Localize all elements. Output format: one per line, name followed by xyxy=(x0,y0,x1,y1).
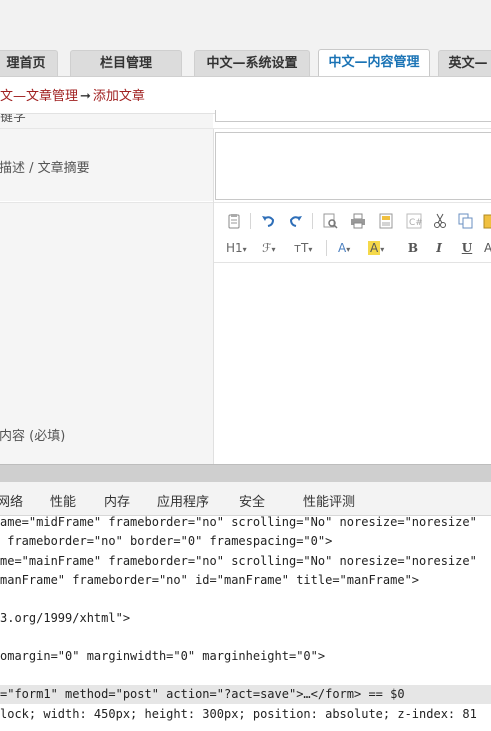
tab-system-settings[interactable]: 中文—系统设置 xyxy=(194,50,310,76)
svg-text:C#: C# xyxy=(409,218,422,228)
italic-label: I xyxy=(436,241,442,255)
bold-button[interactable]: B xyxy=(406,240,420,256)
font-size-dropdown[interactable]: тT▾ xyxy=(294,240,320,256)
tab-label: 中文—内容管理 xyxy=(328,55,420,70)
column-divider xyxy=(213,129,214,464)
summary-label-cell: 描述 / 文章摘要 xyxy=(0,129,213,201)
font-family-dropdown[interactable]: ℱ▾ xyxy=(262,240,284,256)
keywords-input[interactable] xyxy=(215,110,491,122)
dom-node-line[interactable]: lock; width: 450px; height: 300px; posit… xyxy=(0,705,477,724)
devtools-tab-performance[interactable]: 性能 xyxy=(50,491,76,510)
code-icon[interactable]: C# xyxy=(406,213,423,229)
font-size-icon: тT xyxy=(294,241,309,255)
copy-icon[interactable] xyxy=(458,213,474,229)
tab-label: 理首页 xyxy=(6,56,46,71)
dom-node-line[interactable]: ame="midFrame" frameborder="no" scrollin… xyxy=(0,513,477,532)
font-color-icon: A xyxy=(338,241,347,255)
devtools-tab-security[interactable]: 安全 xyxy=(239,491,265,510)
breadcrumb: 文—文章管理 ➞ 添加文章 xyxy=(0,87,145,107)
heading-dropdown[interactable]: H1▾ xyxy=(226,240,254,256)
paste-more-icon[interactable] xyxy=(482,213,491,229)
dom-node-line[interactable]: me="mainFrame" frameborder="no" scrollin… xyxy=(0,552,477,571)
tab-divider xyxy=(0,76,491,77)
editor-body[interactable] xyxy=(214,263,491,464)
font-color-dropdown[interactable]: A▾ xyxy=(338,240,360,256)
toolbar-separator xyxy=(326,240,327,256)
keywords-label: 关键字 xyxy=(0,114,27,125)
content-label: 内容 (必填) xyxy=(0,429,66,444)
dom-node-line[interactable]: 3.org/1999/xhtml"> xyxy=(0,609,130,628)
underline-button[interactable]: U xyxy=(460,240,474,256)
breadcrumb-article-manage[interactable]: 文—文章管理 xyxy=(0,89,78,104)
tab-label: 中文—系统设置 xyxy=(206,56,298,71)
toolbar-separator xyxy=(312,213,313,229)
content-label-cell: 内容 (必填) xyxy=(0,203,213,464)
chevron-down-icon: ▾ xyxy=(242,245,247,254)
underline-label: U xyxy=(461,241,473,255)
print-icon[interactable] xyxy=(350,213,366,229)
heading-label: H1 xyxy=(226,241,243,255)
chevron-down-icon: ▾ xyxy=(346,245,351,254)
tab-column-manage[interactable]: 栏目管理 xyxy=(70,50,182,76)
cut-icon[interactable] xyxy=(432,213,448,229)
tab-label: 英文— xyxy=(448,56,488,71)
tab-content-manage[interactable]: 中文—内容管理 xyxy=(318,49,430,77)
devtools-tab-lighthouse[interactable]: 性能评测 xyxy=(303,491,355,510)
devtools-tab-memory[interactable]: 内存 xyxy=(104,491,130,510)
dom-node-line[interactable]: omargin="0" marginwidth="0" marginheight… xyxy=(0,647,325,666)
devtools-tab-network[interactable]: 网络 xyxy=(0,491,23,510)
keywords-field-cell xyxy=(214,110,491,128)
preview-icon[interactable] xyxy=(322,213,338,229)
elements-panel: ame="midFrame" frameborder="no" scrollin… xyxy=(0,513,491,731)
paste-icon[interactable] xyxy=(226,213,242,229)
undo-icon[interactable] xyxy=(260,213,276,229)
dom-node-line[interactable]: manFrame" frameborder="no" id="manFrame"… xyxy=(0,571,419,590)
highlight-dropdown[interactable]: A ▾ xyxy=(368,240,392,256)
tab-home[interactable]: 理首页 xyxy=(0,50,58,76)
devtools-tab-application[interactable]: 应用程序 xyxy=(157,491,209,510)
bold-label: B xyxy=(407,241,419,255)
keywords-label-cell: 关键字 xyxy=(0,114,213,128)
template-icon[interactable] xyxy=(378,213,394,229)
summary-field-cell xyxy=(214,129,491,201)
chevron-down-icon: ▾ xyxy=(308,245,313,254)
summary-textarea[interactable] xyxy=(215,132,491,200)
rich-text-editor: C# H1▾ ℱ▾ тT▾ A▾ A ▾ B I U A xyxy=(214,203,491,464)
chevron-down-icon: ▾ xyxy=(271,245,276,254)
redo-icon[interactable] xyxy=(288,213,304,229)
toolbar-separator xyxy=(250,213,251,229)
more-format-icon[interactable]: A xyxy=(484,240,491,256)
breadcrumb-add-article[interactable]: 添加文章 xyxy=(93,89,145,104)
breadcrumb-arrow-icon: ➞ xyxy=(80,89,91,104)
dom-node-line-selected[interactable]: ="form1" method="post" action="?act=save… xyxy=(0,685,491,704)
dom-node-line[interactable]: frameborder="no" border="0" framespacing… xyxy=(0,532,332,551)
chevron-down-icon: ▾ xyxy=(380,245,385,254)
tab-label: 栏目管理 xyxy=(99,56,152,71)
highlight-icon: A xyxy=(368,241,381,255)
devtools-splitter[interactable] xyxy=(0,464,491,482)
devtools-tabbar: 网络 性能 内存 应用程序 安全 性能评测 xyxy=(0,482,491,516)
summary-label: 描述 / 文章摘要 xyxy=(0,161,90,176)
italic-button[interactable]: I xyxy=(432,240,446,256)
tab-english[interactable]: 英文— xyxy=(438,50,491,76)
